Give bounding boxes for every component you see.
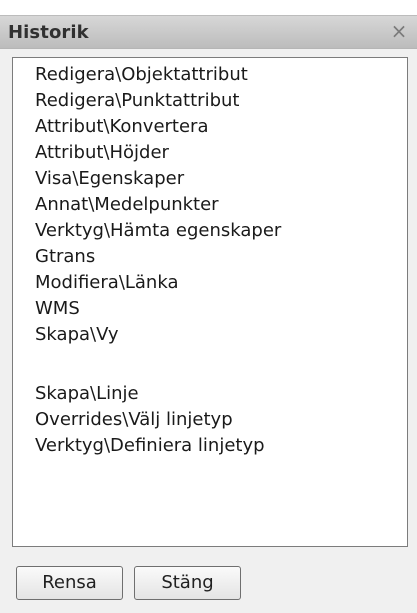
history-list[interactable]: Redigera\Objektattribut Redigera\Punktat… bbox=[12, 57, 408, 547]
list-item[interactable]: Verktyg\Definiera linjetyp bbox=[35, 433, 265, 459]
list-item[interactable]: Attribut\Konvertera bbox=[35, 114, 209, 140]
list-item[interactable]: Redigera\Punktattribut bbox=[35, 88, 239, 114]
close-button[interactable]: Stäng bbox=[134, 566, 241, 600]
list-item[interactable]: WMS bbox=[35, 296, 80, 322]
title-bar: Historik × bbox=[0, 15, 417, 49]
top-strip bbox=[0, 0, 417, 15]
list-item[interactable]: Skapa\Linje bbox=[35, 381, 139, 407]
list-item[interactable]: Annat\Medelpunkter bbox=[35, 192, 219, 218]
history-panel: Historik × Redigera\Objektattribut Redig… bbox=[0, 0, 417, 613]
list-item[interactable]: Verktyg\Hämta egenskaper bbox=[35, 218, 281, 244]
clear-button[interactable]: Rensa bbox=[16, 566, 123, 600]
list-item[interactable]: Skapa\Vy bbox=[35, 322, 119, 348]
list-item[interactable]: Overrides\Välj linjetyp bbox=[35, 407, 233, 433]
list-item[interactable]: Modifiera\Länka bbox=[35, 270, 178, 296]
close-icon[interactable]: × bbox=[387, 19, 411, 43]
list-item[interactable]: Gtrans bbox=[35, 244, 95, 270]
list-item[interactable]: Visa\Egenskaper bbox=[35, 166, 184, 192]
panel-title: Historik bbox=[8, 22, 89, 43]
list-item[interactable]: Attribut\Höjder bbox=[35, 140, 169, 166]
list-item[interactable]: Redigera\Objektattribut bbox=[35, 62, 248, 88]
